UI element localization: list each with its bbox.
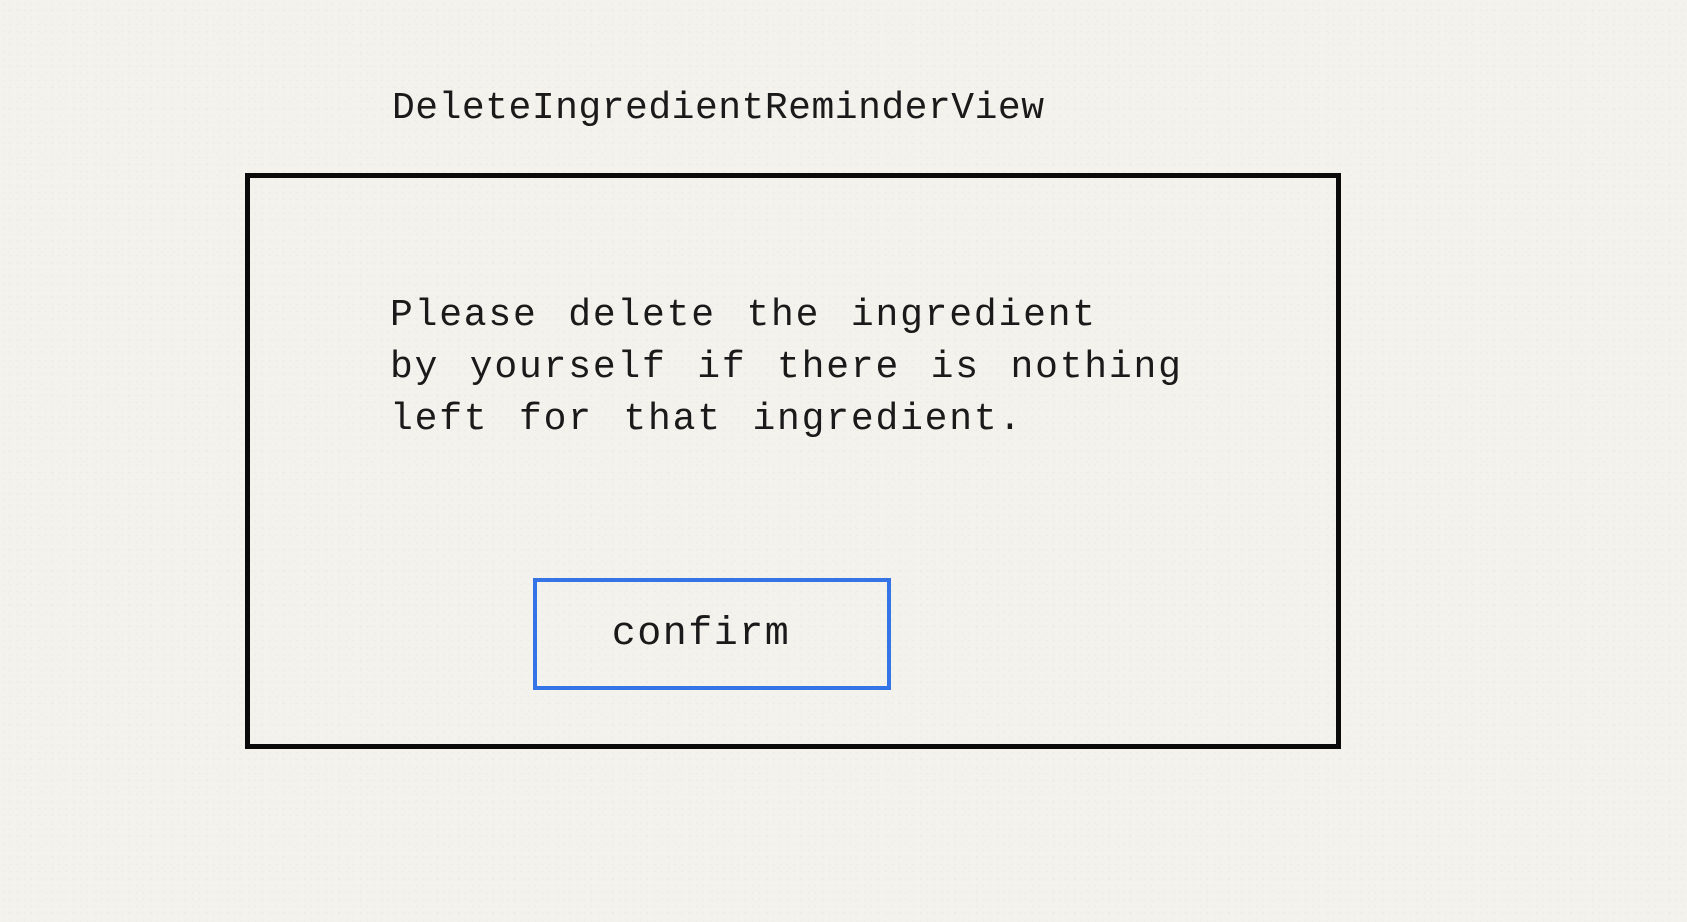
reminder-message: Please delete the ingredient by yourself… <box>390 290 1183 446</box>
message-line: by yourself if there is nothing <box>390 346 1183 389</box>
view-title: DeleteIngredientReminderView <box>392 87 1045 130</box>
message-line: Please delete the ingredient <box>390 294 1097 337</box>
message-line: left for that ingredient. <box>390 398 1024 441</box>
confirm-button[interactable]: confirm <box>533 578 891 690</box>
